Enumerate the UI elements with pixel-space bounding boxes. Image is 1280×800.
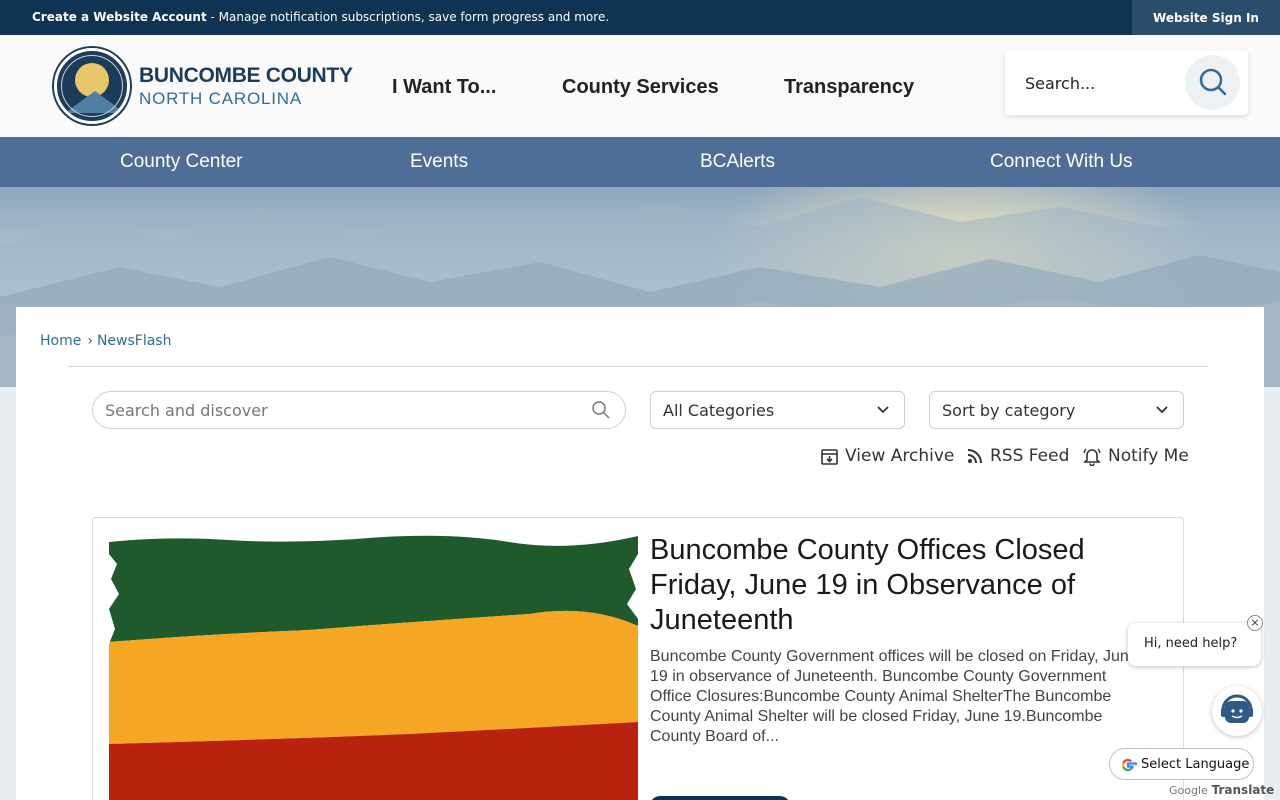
google-g-icon — [1121, 758, 1138, 772]
google-wordmark: Google — [1169, 784, 1208, 797]
account-description: - Manage notification subscriptions, sav… — [206, 10, 610, 24]
breadcrumb-separator: › — [87, 333, 93, 349]
chatbot-launcher[interactable] — [1212, 686, 1262, 736]
breadcrumb-divider — [68, 366, 1208, 367]
language-select[interactable]: Select Language — [1109, 748, 1254, 780]
sort-select-value: Sort by category — [942, 401, 1076, 420]
article-title[interactable]: Buncombe County Offices Closed Friday, J… — [650, 533, 1150, 638]
category-select-value: All Categories — [663, 401, 775, 420]
subnav-events[interactable]: Events — [410, 151, 468, 173]
breadcrumb-newsflash-link[interactable]: NewsFlash — [97, 333, 172, 349]
search-icon[interactable] — [591, 400, 611, 420]
news-search-field[interactable]: Search and discover — [92, 391, 626, 429]
nav-i-want-to[interactable]: I Want To... — [392, 76, 496, 99]
secondary-nav: County Center Events BCAlerts Connect Wi… — [0, 137, 1280, 187]
article-summary: Buncombe County Government offices will … — [650, 648, 1138, 745]
chat-help-bubble[interactable]: Hi, need help? × — [1128, 615, 1263, 666]
search-icon — [1199, 68, 1227, 96]
site-header: BUNCOMBE COUNTY NORTH CAROLINA I Want To… — [0, 35, 1280, 137]
county-seal-logo[interactable] — [54, 48, 130, 124]
read-more-button[interactable] — [650, 796, 790, 800]
bell-icon — [1083, 448, 1101, 466]
site-search-button[interactable] — [1185, 55, 1240, 110]
subnav-county-center[interactable]: County Center — [120, 151, 243, 173]
sort-select[interactable]: Sort by category — [929, 391, 1184, 429]
breadcrumb: Home › NewsFlash — [40, 333, 171, 349]
top-utility-bar: Create a Website Account - Manage notifi… — [0, 0, 1280, 35]
subnav-bcalerts[interactable]: BCAlerts — [700, 151, 775, 173]
news-search-placeholder: Search and discover — [105, 401, 268, 420]
site-search: Search... — [1005, 50, 1248, 115]
brand-name[interactable]: BUNCOMBE COUNTY — [139, 64, 353, 88]
language-select-label: Select Language — [1141, 757, 1250, 772]
chevron-down-icon — [877, 406, 889, 414]
website-sign-in-button[interactable]: Website Sign In — [1132, 0, 1280, 35]
chat-help-text: Hi, need help? — [1144, 636, 1238, 651]
notify-me-link[interactable]: Notify Me — [1082, 446, 1189, 466]
breadcrumb-home-link[interactable]: Home — [40, 333, 81, 349]
nav-county-services[interactable]: County Services — [562, 76, 719, 99]
juneteenth-flag-image[interactable] — [109, 534, 638, 800]
rss-feed-label: RSS Feed — [990, 446, 1070, 466]
rss-feed-link[interactable]: RSS Feed — [966, 446, 1069, 466]
close-icon[interactable]: × — [1247, 615, 1263, 631]
nav-transparency[interactable]: Transparency — [784, 76, 914, 99]
site-search-input[interactable]: Search... — [1025, 74, 1095, 93]
powered-by-google-translate: Google Translate — [1169, 783, 1274, 797]
rss-icon — [967, 449, 982, 464]
chevron-down-icon — [1156, 406, 1168, 414]
view-archive-label: View Archive — [845, 446, 955, 466]
seal-ring — [61, 55, 123, 117]
notify-me-label: Notify Me — [1108, 446, 1189, 466]
create-account-link[interactable]: Create a Website Account — [32, 10, 207, 24]
translate-wordmark: Translate — [1211, 783, 1275, 797]
brand-state[interactable]: NORTH CAROLINA — [139, 89, 302, 109]
subnav-connect-with-us[interactable]: Connect With Us — [990, 151, 1133, 173]
chatbot-headset-icon — [1221, 694, 1253, 723]
archive-icon — [821, 448, 838, 465]
category-select[interactable]: All Categories — [650, 391, 905, 429]
view-archive-link[interactable]: View Archive — [820, 446, 954, 466]
account-message[interactable]: Create a Website Account - Manage notifi… — [32, 10, 609, 24]
